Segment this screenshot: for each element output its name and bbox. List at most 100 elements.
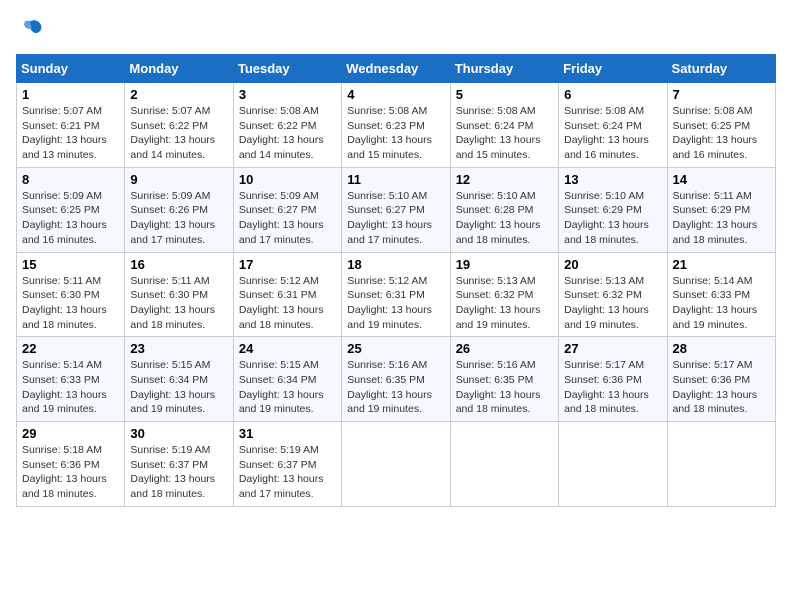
- day-info: Sunrise: 5:18 AMSunset: 6:36 PMDaylight:…: [22, 443, 119, 502]
- calendar-day-cell: 13 Sunrise: 5:10 AMSunset: 6:29 PMDayligh…: [559, 167, 667, 252]
- day-number: 3: [239, 87, 336, 102]
- day-number: 9: [130, 172, 227, 187]
- weekday-header: Monday: [125, 55, 233, 83]
- day-info: Sunrise: 5:10 AMSunset: 6:28 PMDaylight:…: [456, 189, 553, 248]
- day-number: 17: [239, 257, 336, 272]
- calendar-day-cell: 25 Sunrise: 5:16 AMSunset: 6:35 PMDayligh…: [342, 337, 450, 422]
- calendar-day-cell: [450, 422, 558, 507]
- day-number: 31: [239, 426, 336, 441]
- day-number: 6: [564, 87, 661, 102]
- day-info: Sunrise: 5:15 AMSunset: 6:34 PMDaylight:…: [239, 358, 336, 417]
- day-info: Sunrise: 5:13 AMSunset: 6:32 PMDaylight:…: [564, 274, 661, 333]
- calendar-week-row: 15 Sunrise: 5:11 AMSunset: 6:30 PMDayligh…: [17, 252, 776, 337]
- calendar-day-cell: [342, 422, 450, 507]
- calendar-day-cell: 19 Sunrise: 5:13 AMSunset: 6:32 PMDayligh…: [450, 252, 558, 337]
- weekday-header: Thursday: [450, 55, 558, 83]
- day-number: 28: [673, 341, 770, 356]
- calendar-day-cell: 29 Sunrise: 5:18 AMSunset: 6:36 PMDayligh…: [17, 422, 125, 507]
- day-info: Sunrise: 5:11 AMSunset: 6:29 PMDaylight:…: [673, 189, 770, 248]
- day-info: Sunrise: 5:09 AMSunset: 6:26 PMDaylight:…: [130, 189, 227, 248]
- calendar-day-cell: 23Sunrise: 5:15 AMSunset: 6:34 PMDayligh…: [125, 337, 233, 422]
- weekday-header: Sunday: [17, 55, 125, 83]
- weekday-header: Friday: [559, 55, 667, 83]
- day-info: Sunrise: 5:14 AMSunset: 6:33 PMDaylight:…: [673, 274, 770, 333]
- calendar-day-cell: 3 Sunrise: 5:08 AMSunset: 6:22 PMDaylight…: [233, 83, 341, 168]
- weekday-header: Saturday: [667, 55, 775, 83]
- day-number: 15: [22, 257, 119, 272]
- day-info: Sunrise: 5:11 AMSunset: 6:30 PMDaylight:…: [130, 274, 227, 333]
- calendar-day-cell: 14 Sunrise: 5:11 AMSunset: 6:29 PMDayligh…: [667, 167, 775, 252]
- day-number: 21: [673, 257, 770, 272]
- calendar-table: SundayMondayTuesdayWednesdayThursdayFrid…: [16, 54, 776, 507]
- weekday-header: Tuesday: [233, 55, 341, 83]
- calendar-day-cell: 10 Sunrise: 5:09 AMSunset: 6:27 PMDayligh…: [233, 167, 341, 252]
- day-number: 12: [456, 172, 553, 187]
- calendar-day-cell: 2 Sunrise: 5:07 AMSunset: 6:22 PMDaylight…: [125, 83, 233, 168]
- calendar-day-cell: 28 Sunrise: 5:17 AMSunset: 6:36 PMDayligh…: [667, 337, 775, 422]
- day-info: Sunrise: 5:07 AMSunset: 6:21 PMDaylight:…: [22, 104, 119, 163]
- day-info: Sunrise: 5:19 AMSunset: 6:37 PMDaylight:…: [239, 443, 336, 502]
- calendar-week-row: 22 Sunrise: 5:14 AMSunset: 6:33 PMDayligh…: [17, 337, 776, 422]
- day-info: Sunrise: 5:07 AMSunset: 6:22 PMDaylight:…: [130, 104, 227, 163]
- calendar-week-row: 8 Sunrise: 5:09 AMSunset: 6:25 PMDaylight…: [17, 167, 776, 252]
- day-info: Sunrise: 5:13 AMSunset: 6:32 PMDaylight:…: [456, 274, 553, 333]
- day-info: Sunrise: 5:16 AMSunset: 6:35 PMDaylight:…: [456, 358, 553, 417]
- day-info: Sunrise: 5:14 AMSunset: 6:33 PMDaylight:…: [22, 358, 119, 417]
- calendar-day-cell: 21 Sunrise: 5:14 AMSunset: 6:33 PMDayligh…: [667, 252, 775, 337]
- day-number: 16: [130, 257, 227, 272]
- day-number: 18: [347, 257, 444, 272]
- day-number: 19: [456, 257, 553, 272]
- calendar-day-cell: 17 Sunrise: 5:12 AMSunset: 6:31 PMDayligh…: [233, 252, 341, 337]
- calendar-day-cell: 26 Sunrise: 5:16 AMSunset: 6:35 PMDayligh…: [450, 337, 558, 422]
- day-number: 29: [22, 426, 119, 441]
- weekday-header: Wednesday: [342, 55, 450, 83]
- day-info: Sunrise: 5:09 AMSunset: 6:25 PMDaylight:…: [22, 189, 119, 248]
- logo-bird-icon: [16, 16, 44, 44]
- day-number: 11: [347, 172, 444, 187]
- day-number: 2: [130, 87, 227, 102]
- day-number: 13: [564, 172, 661, 187]
- day-number: 1: [22, 87, 119, 102]
- calendar-day-cell: 6Sunrise: 5:08 AMSunset: 6:24 PMDaylight…: [559, 83, 667, 168]
- day-number: 25: [347, 341, 444, 356]
- day-number: 20: [564, 257, 661, 272]
- calendar-day-cell: 15 Sunrise: 5:11 AMSunset: 6:30 PMDayligh…: [17, 252, 125, 337]
- calendar-day-cell: 1 Sunrise: 5:07 AMSunset: 6:21 PMDaylight…: [17, 83, 125, 168]
- calendar-day-cell: 4Sunrise: 5:08 AMSunset: 6:23 PMDaylight…: [342, 83, 450, 168]
- calendar-day-cell: [559, 422, 667, 507]
- day-info: Sunrise: 5:17 AMSunset: 6:36 PMDaylight:…: [564, 358, 661, 417]
- day-number: 30: [130, 426, 227, 441]
- day-info: Sunrise: 5:11 AMSunset: 6:30 PMDaylight:…: [22, 274, 119, 333]
- day-number: 7: [673, 87, 770, 102]
- day-info: Sunrise: 5:09 AMSunset: 6:27 PMDaylight:…: [239, 189, 336, 248]
- day-info: Sunrise: 5:08 AMSunset: 6:22 PMDaylight:…: [239, 104, 336, 163]
- calendar-week-row: 1 Sunrise: 5:07 AMSunset: 6:21 PMDaylight…: [17, 83, 776, 168]
- calendar-day-cell: 9 Sunrise: 5:09 AMSunset: 6:26 PMDaylight…: [125, 167, 233, 252]
- day-info: Sunrise: 5:19 AMSunset: 6:37 PMDaylight:…: [130, 443, 227, 502]
- day-info: Sunrise: 5:16 AMSunset: 6:35 PMDaylight:…: [347, 358, 444, 417]
- calendar-day-cell: 11 Sunrise: 5:10 AMSunset: 6:27 PMDayligh…: [342, 167, 450, 252]
- page-header: [16, 16, 776, 44]
- day-number: 14: [673, 172, 770, 187]
- day-info: Sunrise: 5:08 AMSunset: 6:24 PMDaylight:…: [456, 104, 553, 163]
- day-number: 24: [239, 341, 336, 356]
- calendar-day-cell: 12 Sunrise: 5:10 AMSunset: 6:28 PMDayligh…: [450, 167, 558, 252]
- day-number: 27: [564, 341, 661, 356]
- day-info: Sunrise: 5:10 AMSunset: 6:29 PMDaylight:…: [564, 189, 661, 248]
- calendar-day-cell: 16 Sunrise: 5:11 AMSunset: 6:30 PMDayligh…: [125, 252, 233, 337]
- calendar-day-cell: 31 Sunrise: 5:19 AMSunset: 6:37 PMDayligh…: [233, 422, 341, 507]
- calendar-day-cell: 7 Sunrise: 5:08 AMSunset: 6:25 PMDaylight…: [667, 83, 775, 168]
- day-info: Sunrise: 5:10 AMSunset: 6:27 PMDaylight:…: [347, 189, 444, 248]
- calendar-day-cell: 8 Sunrise: 5:09 AMSunset: 6:25 PMDaylight…: [17, 167, 125, 252]
- day-number: 22: [22, 341, 119, 356]
- day-number: 10: [239, 172, 336, 187]
- day-number: 4: [347, 87, 444, 102]
- calendar-day-cell: [667, 422, 775, 507]
- day-number: 8: [22, 172, 119, 187]
- day-info: Sunrise: 5:08 AMSunset: 6:25 PMDaylight:…: [673, 104, 770, 163]
- calendar-day-cell: 24 Sunrise: 5:15 AMSunset: 6:34 PMDayligh…: [233, 337, 341, 422]
- day-number: 26: [456, 341, 553, 356]
- calendar-day-cell: 20 Sunrise: 5:13 AMSunset: 6:32 PMDayligh…: [559, 252, 667, 337]
- day-info: Sunrise: 5:17 AMSunset: 6:36 PMDaylight:…: [673, 358, 770, 417]
- day-info: Sunrise: 5:12 AMSunset: 6:31 PMDaylight:…: [239, 274, 336, 333]
